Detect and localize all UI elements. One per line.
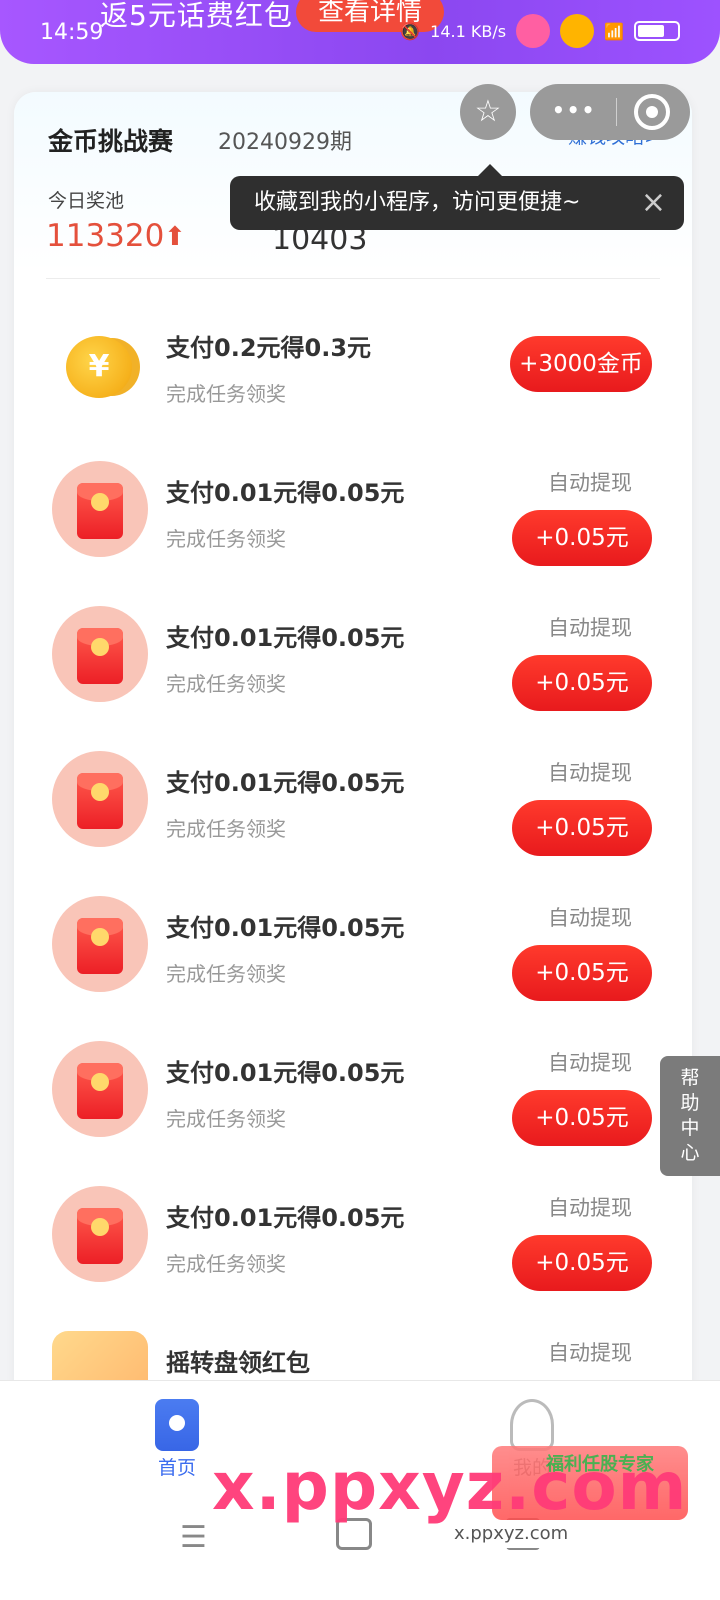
app-notification-icon: [516, 14, 551, 48]
task-subtitle: 完成任务领奖: [166, 672, 286, 696]
auto-withdraw-label: 自动提现: [548, 1196, 632, 1220]
red-envelope-icon: [52, 751, 148, 847]
divider: [46, 278, 660, 279]
task-subtitle: 完成任务领奖: [166, 527, 286, 551]
task-row[interactable]: ¥ 支付0.2元得0.3元 完成任务领奖 +3000金币: [14, 292, 692, 437]
red-envelope-icon: [52, 606, 148, 702]
close-icon[interactable]: ×: [641, 176, 666, 230]
task-row[interactable]: 支付0.01元得0.05元 完成任务领奖 自动提现 +0.05元: [14, 582, 692, 727]
task-title: 摇转盘领红包: [166, 1349, 310, 1377]
miniprogram-capsule[interactable]: •••: [530, 84, 690, 140]
challenge-card: 金币挑战赛 20240929期 赚钱攻略> 今日奖池 113320 ⬆ 1040…: [14, 92, 692, 1412]
auto-withdraw-label: 自动提现: [548, 906, 632, 930]
star-icon[interactable]: ☆: [460, 84, 516, 140]
tab-home-label: 首页: [157, 1457, 196, 1479]
watermark-text: x.ppxyz.com: [212, 1448, 688, 1525]
task-subtitle: 完成任务领奖: [166, 817, 286, 841]
pool-label: 今日奖池: [48, 190, 125, 212]
reward-button[interactable]: +0.05元: [512, 655, 652, 711]
reward-button[interactable]: +0.05元: [512, 1090, 652, 1146]
banner-text: 返5元话费红包: [100, 0, 293, 32]
top-banner[interactable]: 返5元话费红包 查看详情 14:59 🔕 14.1 KB/s 📶: [0, 0, 720, 64]
reward-button[interactable]: +0.05元: [512, 510, 652, 566]
user-icon: [510, 1399, 554, 1451]
reward-button[interactable]: +0.05元: [512, 800, 652, 856]
task-title: 支付0.01元得0.05元: [166, 624, 405, 652]
task-row[interactable]: 支付0.01元得0.05元 完成任务领奖 自动提现 +0.05元: [14, 872, 692, 1017]
task-title: 支付0.01元得0.05元: [166, 769, 405, 797]
task-subtitle: 完成任务领奖: [166, 382, 286, 406]
task-row[interactable]: 支付0.01元得0.05元 完成任务领奖 自动提现 +0.05元: [14, 1162, 692, 1307]
reward-button[interactable]: +0.05元: [512, 945, 652, 1001]
target-icon[interactable]: [634, 94, 670, 130]
menu-icon[interactable]: ☰: [180, 1520, 207, 1555]
watermark-small-text: x.ppxyz.com: [444, 1520, 579, 1548]
help-label: 帮助中心: [680, 1067, 700, 1164]
status-icons: 🔕 14.1 KB/s 📶: [400, 14, 680, 48]
network-speed: 14.1 KB/s: [430, 21, 507, 41]
task-subtitle: 完成任务领奖: [166, 1107, 286, 1131]
auto-withdraw-label: 自动提现: [548, 761, 632, 785]
task-row[interactable]: 支付0.01元得0.05元 完成任务领奖 自动提现 +0.05元: [14, 437, 692, 582]
more-dots-icon[interactable]: •••: [552, 98, 596, 122]
gold-coin-icon: ¥: [52, 316, 148, 412]
auto-withdraw-label: 自动提现: [548, 616, 632, 640]
task-row[interactable]: 支付0.01元得0.05元 完成任务领奖 自动提现 +0.05元: [14, 727, 692, 872]
wifi-icon: 📶: [604, 21, 624, 41]
app-notification-icon: [560, 14, 595, 48]
page-title: 金币挑战赛: [48, 127, 174, 156]
task-title: 支付0.01元得0.05元: [166, 914, 405, 942]
red-envelope-icon: [52, 1041, 148, 1137]
task-title: 支付0.01元得0.05元: [166, 1059, 405, 1087]
auto-withdraw-label: 自动提现: [548, 471, 632, 495]
task-subtitle: 完成任务领奖: [166, 962, 286, 986]
up-arrow-icon: ⬆: [164, 222, 186, 252]
task-title: 支付0.01元得0.05元: [166, 479, 405, 507]
favorite-tooltip: 收藏到我的小程序，访问更便捷~ ×: [230, 176, 684, 230]
battery-icon: [634, 21, 680, 41]
tab-home[interactable]: 首页: [136, 1399, 218, 1480]
reward-button[interactable]: +3000金币: [510, 336, 652, 392]
task-subtitle: 完成任务领奖: [166, 1252, 286, 1276]
tooltip-text: 收藏到我的小程序，访问更便捷~: [254, 190, 581, 215]
pool-value: 113320: [46, 218, 165, 254]
tooltip-arrow: [478, 164, 502, 176]
auto-withdraw-label: 自动提现: [548, 1051, 632, 1075]
red-envelope-icon: [52, 1186, 148, 1282]
red-envelope-icon: [52, 896, 148, 992]
task-title: 支付0.01元得0.05元: [166, 1204, 405, 1232]
red-envelope-icon: [52, 461, 148, 557]
reward-button[interactable]: +0.05元: [512, 1235, 652, 1291]
auto-withdraw-label: 自动提现: [548, 1341, 632, 1365]
task-row[interactable]: 支付0.01元得0.05元 完成任务领奖 自动提现 +0.05元: [14, 1017, 692, 1162]
period-label: 20240929期: [218, 130, 352, 155]
status-time: 14:59: [40, 20, 104, 45]
mute-icon: 🔕: [400, 21, 421, 41]
paw-home-icon: [155, 1399, 199, 1451]
task-title: 支付0.2元得0.3元: [166, 334, 372, 362]
help-center-button[interactable]: 帮助中心: [660, 1056, 720, 1176]
